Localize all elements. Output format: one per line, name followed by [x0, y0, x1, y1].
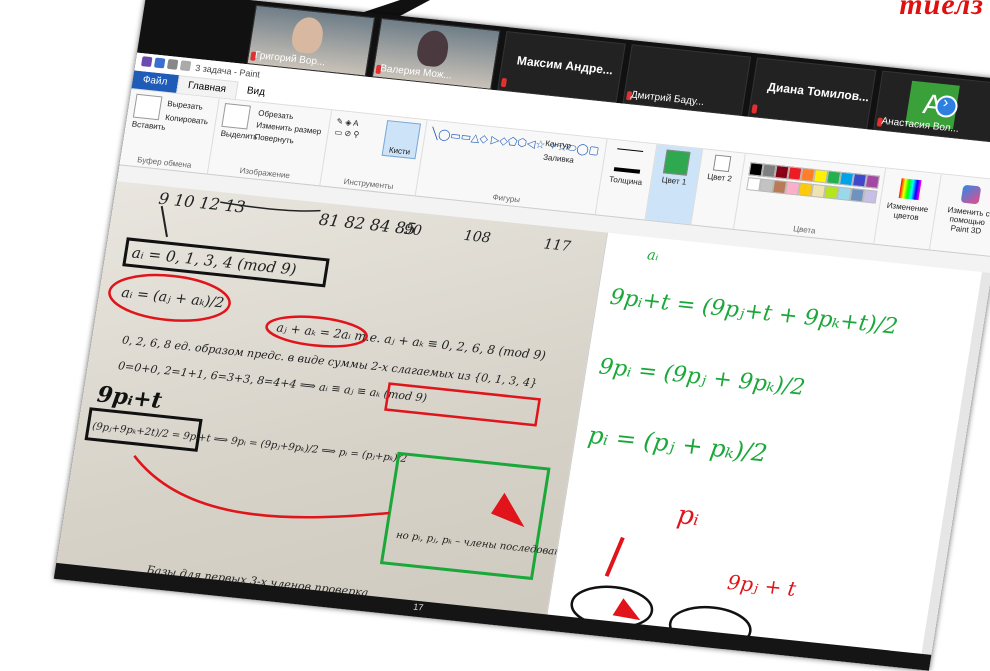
color2-label: Цвет 2: [706, 171, 733, 184]
group-label: Фигуры: [491, 192, 521, 205]
zoom-screen: Григорий Вор... Валерия Мож... Максим Ан…: [53, 0, 990, 671]
paste-icon[interactable]: [132, 93, 163, 121]
color-palette[interactable]: [745, 162, 880, 204]
rotate-button[interactable]: Повернуть: [254, 132, 295, 145]
paint3d-button[interactable]: Изменить с помощью Paint 3D: [939, 205, 990, 237]
group-label: Цвета: [792, 224, 817, 236]
participant-name: Максим Андре...: [515, 53, 615, 78]
tools-group: ✎ ◈ A ▭ ⊘ ⚲ Кисти Инструменты: [320, 110, 428, 196]
undo-icon[interactable]: [166, 58, 179, 70]
photo-text-n90: 90: [403, 222, 423, 240]
white-text-l4: pᵢ: [675, 500, 702, 532]
edit-colors-icon[interactable]: [898, 178, 922, 201]
white-text-ai: aᵢ: [646, 247, 660, 264]
size-button[interactable]: Толщина: [607, 174, 645, 187]
participant-count[interactable]: 17: [413, 602, 425, 613]
photo-text-n108: 108: [463, 228, 492, 247]
muted-mic-icon: [751, 104, 758, 114]
quick-access-toolbar: [140, 56, 192, 72]
color1-label: Цвет 1: [661, 175, 687, 187]
paint-canvas[interactable]: 9 10 12 13 81 82 84 85 90 108 117 aᵢ = 0…: [53, 181, 990, 671]
participant-name: Диана Томилов...: [766, 79, 871, 105]
corner-logo-text: тиелз: [899, 0, 984, 21]
photo-text-afrac: aᵢ = (aⱼ + aₖ)/2: [120, 285, 225, 312]
brushes-button[interactable]: Кисти: [381, 120, 422, 160]
palette-color-swatch[interactable]: [862, 189, 878, 204]
muted-mic-icon: [500, 77, 508, 88]
edit-colors-button[interactable]: Изменение цветов: [884, 201, 930, 223]
participant-video: [415, 29, 451, 68]
redo-icon[interactable]: [179, 60, 192, 72]
group-label: Инструменты: [343, 176, 395, 192]
color2-swatch: [712, 154, 732, 173]
green-ink-drawing: aᵢ 9pᵢ+t = (9pⱼ+t + 9pₖ+t)/2 9pᵢ = (9pⱼ …: [570, 247, 899, 650]
whiteboard-photo: 9 10 12 13 81 82 84 85 90 108 117 aᵢ = 0…: [53, 181, 607, 631]
group-label: Изображение: [239, 165, 291, 181]
white-text-l3: pᵢ = (pⱼ + pₖ)/2: [586, 421, 769, 467]
colors-group: Цвета: [733, 153, 886, 244]
paint3d-group: Изменить с помощью Paint 3D: [930, 174, 990, 256]
palette-color-swatch[interactable]: [864, 174, 880, 189]
fill-button[interactable]: Заливка: [542, 153, 574, 165]
whiteboard-photo-drawing: 9 10 12 13 81 82 84 85 90 108 117 aᵢ = 0…: [84, 189, 607, 600]
line-size-icon[interactable]: [614, 148, 644, 174]
white-text-l2: 9pᵢ = (9pⱼ + 9pₖ)/2: [597, 353, 807, 400]
window-title: 3 задача - Paint: [194, 62, 261, 80]
crop-button[interactable]: Обрезать: [258, 109, 295, 122]
photo-text-n117: 117: [543, 236, 572, 255]
paint3d-icon[interactable]: [961, 184, 982, 205]
group-label: Буфер обмена: [136, 155, 193, 170]
save-icon[interactable]: [153, 57, 166, 69]
select-icon[interactable]: [221, 103, 252, 130]
participant-video: [289, 15, 326, 55]
cut-button[interactable]: Вырезать: [167, 99, 204, 112]
white-text-l5: 9pⱼ + t: [726, 570, 799, 601]
white-drawing-area[interactable]: aᵢ 9pᵢ+t = (9pⱼ+t + 9pₖ+t)/2 9pᵢ = (9pⱼ …: [543, 232, 990, 671]
clipboard-group: Вставить Вырезать Копировать Буфер обмен…: [119, 89, 221, 174]
color1-swatch: [663, 149, 691, 176]
paint-app-icon: [140, 56, 153, 68]
image-group: Выделить Обрезать Изменить размер Поверн…: [208, 98, 333, 186]
white-text-l1: 9pᵢ+t = (9pⱼ+t + 9pₖ+t)/2: [608, 284, 899, 340]
photo-text-seq: 9 10 12 13: [157, 189, 246, 217]
